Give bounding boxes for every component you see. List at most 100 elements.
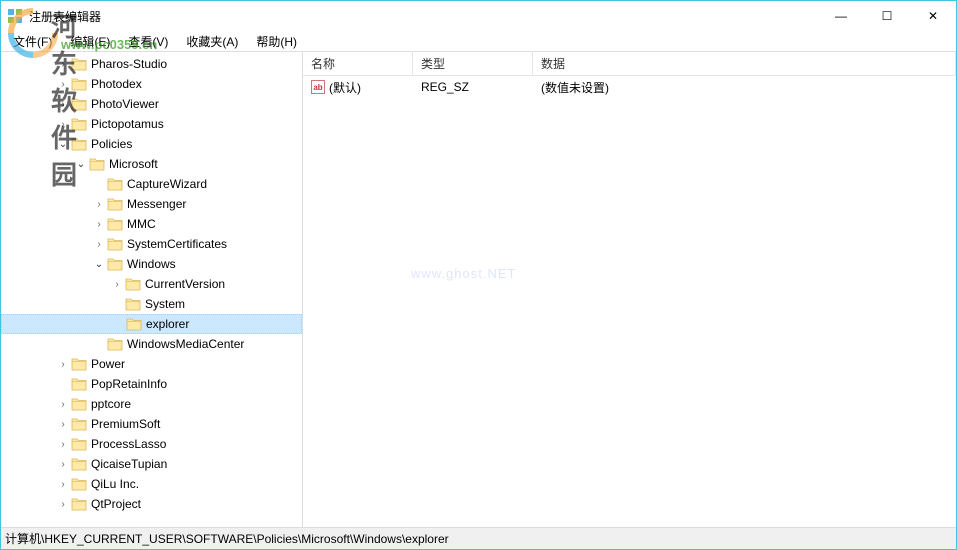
- folder-icon: [71, 457, 87, 471]
- tree-node-label: Microsoft: [109, 157, 166, 171]
- chevron-right-icon[interactable]: ›: [91, 236, 107, 252]
- folder-icon: [107, 177, 123, 191]
- tree-node-label: Windows: [127, 257, 184, 271]
- tree-node[interactable]: ⌄ Microsoft: [1, 154, 302, 174]
- menu-help[interactable]: 帮助(H): [248, 31, 305, 52]
- chevron-right-icon[interactable]: ›: [55, 476, 71, 492]
- tree-node[interactable]: › pptcore: [1, 394, 302, 414]
- chevron-down-icon[interactable]: ⌄: [55, 136, 71, 152]
- chevron-right-icon[interactable]: ›: [55, 356, 71, 372]
- tree-node[interactable]: ⌄ Windows: [1, 254, 302, 274]
- tree-node[interactable]: › QtProject: [1, 494, 302, 514]
- tree-node[interactable]: › Photodex: [1, 74, 302, 94]
- tree-node[interactable]: ›Power: [1, 354, 302, 374]
- tree-panel[interactable]: › Pharos-Studio › Photodex › PhotoViewer › Pict…: [1, 52, 303, 527]
- menu-favorites[interactable]: 收藏夹(A): [178, 31, 246, 52]
- list-panel: 名称 类型 数据 ab (默认) REG_SZ(数值未设置): [303, 52, 956, 527]
- tree-node[interactable]: ›System: [1, 294, 302, 314]
- tree-node[interactable]: › ProcessLasso: [1, 434, 302, 454]
- tree-node-label: CurrentVersion: [145, 277, 233, 291]
- folder-icon: [107, 237, 123, 251]
- cell-data: (数值未设置): [533, 79, 956, 96]
- menu-file[interactable]: 文件(F): [5, 31, 60, 52]
- tree-node-label: System: [145, 297, 193, 311]
- tree-node[interactable]: ⌄Policies: [1, 134, 302, 154]
- minimize-button[interactable]: —: [818, 1, 864, 31]
- status-bar: 计算机\HKEY_CURRENT_USER\SOFTWARE\Policies\…: [1, 527, 956, 549]
- tree-node[interactable]: › Pharos-Studio: [1, 54, 302, 74]
- app-icon: [7, 8, 23, 24]
- tree-node[interactable]: ›WindowsMediaCenter: [1, 334, 302, 354]
- folder-icon: [71, 497, 87, 511]
- chevron-right-icon[interactable]: ›: [55, 56, 71, 72]
- chevron-down-icon[interactable]: ⌄: [73, 156, 89, 172]
- close-button[interactable]: ✕: [910, 1, 956, 31]
- tree-node-label: Messenger: [127, 197, 194, 211]
- chevron-right-icon[interactable]: ›: [91, 216, 107, 232]
- folder-icon: [71, 97, 87, 111]
- tree-node[interactable]: › MMC: [1, 214, 302, 234]
- tree-node[interactable]: ›PopRetainInfo: [1, 374, 302, 394]
- folder-icon: [71, 437, 87, 451]
- tree-node-label: WindowsMediaCenter: [127, 337, 252, 351]
- folder-icon: [71, 137, 87, 151]
- column-header-type[interactable]: 类型: [413, 52, 533, 75]
- list-row[interactable]: ab (默认) REG_SZ(数值未设置): [303, 78, 956, 96]
- folder-icon: [71, 477, 87, 491]
- folder-icon: [107, 217, 123, 231]
- menu-edit[interactable]: 编辑(E): [62, 31, 118, 52]
- folder-icon: [71, 357, 87, 371]
- menu-view[interactable]: 查看(V): [120, 31, 176, 52]
- tree-node-label: PhotoViewer: [91, 97, 167, 111]
- folder-icon: [107, 197, 123, 211]
- folder-icon: [71, 397, 87, 411]
- chevron-down-icon[interactable]: ⌄: [91, 256, 107, 272]
- folder-icon: [126, 317, 142, 331]
- tree-node-label: Pharos-Studio: [91, 57, 175, 71]
- maximize-button[interactable]: ☐: [864, 1, 910, 31]
- chevron-right-icon[interactable]: ›: [55, 416, 71, 432]
- tree-node[interactable]: › CurrentVersion: [1, 274, 302, 294]
- column-header-name[interactable]: 名称: [303, 52, 413, 75]
- status-path: 计算机\HKEY_CURRENT_USER\SOFTWARE\Policies\…: [5, 530, 449, 547]
- tree-node[interactable]: › Pictopotamus: [1, 114, 302, 134]
- tree-node[interactable]: ›QiLu Inc.: [1, 474, 302, 494]
- chevron-right-icon[interactable]: ›: [55, 96, 71, 112]
- list-header: 名称 类型 数据: [303, 52, 956, 76]
- chevron-right-icon[interactable]: ›: [55, 436, 71, 452]
- tree-node-label: CaptureWizard: [127, 177, 215, 191]
- tree-node[interactable]: › PhotoViewer: [1, 94, 302, 114]
- tree-node[interactable]: ›CaptureWizard: [1, 174, 302, 194]
- title-bar: 注册表编辑器 — ☐ ✕: [1, 1, 956, 31]
- list-body[interactable]: ab (默认) REG_SZ(数值未设置): [303, 76, 956, 527]
- tree-node[interactable]: › Messenger: [1, 194, 302, 214]
- value-name: (默认): [329, 79, 361, 96]
- chevron-right-icon[interactable]: ›: [55, 496, 71, 512]
- tree-node[interactable]: ›explorer: [1, 314, 302, 334]
- tree-node[interactable]: ›QicaiseTupian: [1, 454, 302, 474]
- folder-icon: [89, 157, 105, 171]
- tree-node[interactable]: ›PremiumSoft: [1, 414, 302, 434]
- tree-node-label: MMC: [127, 217, 164, 231]
- folder-icon: [71, 417, 87, 431]
- string-value-icon: ab: [311, 80, 325, 94]
- column-header-data[interactable]: 数据: [533, 52, 956, 75]
- tree-node-label: ProcessLasso: [91, 437, 174, 451]
- chevron-right-icon[interactable]: ›: [91, 196, 107, 212]
- cell-type: REG_SZ: [413, 80, 533, 94]
- chevron-right-icon[interactable]: ›: [55, 396, 71, 412]
- chevron-right-icon[interactable]: ›: [109, 276, 125, 292]
- tree-node[interactable]: ›SystemCertificates: [1, 234, 302, 254]
- cell-name: ab (默认): [303, 79, 413, 96]
- tree-node-label: Pictopotamus: [91, 117, 172, 131]
- folder-icon: [107, 257, 123, 271]
- tree-node-label: QtProject: [91, 497, 149, 511]
- chevron-right-icon[interactable]: ›: [55, 456, 71, 472]
- folder-icon: [71, 377, 87, 391]
- folder-icon: [71, 57, 87, 71]
- tree-node-label: PopRetainInfo: [91, 377, 175, 391]
- tree-node-label: pptcore: [91, 397, 139, 411]
- tree-node-label: Photodex: [91, 77, 150, 91]
- chevron-right-icon[interactable]: ›: [55, 116, 71, 132]
- chevron-right-icon[interactable]: ›: [55, 76, 71, 92]
